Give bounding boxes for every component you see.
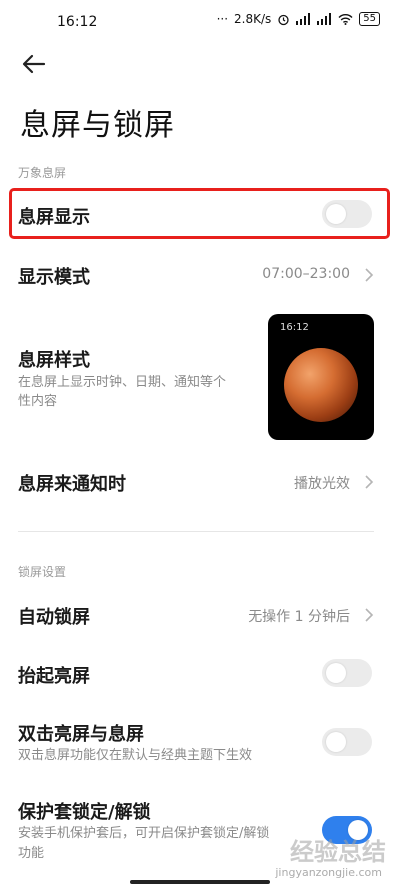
case-lock-subtitle-line1: 安装手机保护套后，可开启保护套锁定/解锁 (18, 826, 270, 841)
raise-to-wake-title: 抬起亮屏 (18, 666, 90, 687)
aod-style-subtitle-line1: 在息屏上显示时钟、日期、通知等个 (18, 375, 227, 390)
signal-icon (296, 13, 311, 25)
section-label-lock: 锁屏设置 (18, 565, 67, 579)
display-mode-value: 07:00–23:00 (262, 266, 350, 282)
chevron-right-icon (365, 608, 374, 622)
section-label-aod: 万象息屏 (18, 166, 67, 180)
raise-to-wake-row[interactable]: 抬起亮屏 (0, 652, 400, 696)
case-lock-title: 保护套锁定/解锁 (18, 802, 151, 823)
display-mode-row[interactable]: 显示模式 07:00–23:00 (0, 253, 400, 297)
page-title: 息屏与锁屏 (20, 108, 175, 143)
raise-to-wake-toggle[interactable] (322, 659, 372, 687)
case-lock-subtitle-line2: 功能 (18, 846, 45, 861)
back-arrow-icon[interactable] (20, 50, 50, 78)
battery-icon: 55 (359, 12, 380, 26)
network-speed: 2.8K/s (234, 12, 272, 26)
highlight-box (9, 188, 390, 239)
aod-style-preview[interactable]: 16:12 (268, 314, 374, 440)
auto-lock-value: 无操作 1 分钟后 (248, 609, 350, 625)
double-tap-title: 双击亮屏与息屏 (18, 724, 144, 745)
signal-hd-icon (317, 13, 332, 25)
chevron-right-icon (365, 475, 374, 489)
double-tap-toggle[interactable] (322, 728, 372, 756)
aod-style-title: 息屏样式 (18, 350, 90, 371)
watermark-text: 经验总结 (290, 838, 386, 866)
section-divider (18, 531, 374, 532)
status-bar: 16:12 ··· 2.8K/s 55 (0, 0, 400, 44)
aod-notification-row[interactable]: 息屏来通知时 播放光效 (0, 460, 400, 504)
aod-style-subtitle-line2: 性内容 (18, 394, 58, 409)
alarm-icon (278, 14, 289, 25)
auto-lock-row[interactable]: 自动锁屏 无操作 1 分钟后 (0, 593, 400, 637)
chevron-right-icon (365, 268, 374, 282)
auto-lock-title: 自动锁屏 (18, 607, 90, 628)
double-tap-row[interactable]: 双击亮屏与息屏 双击息屏功能仅在默认与经典主题下生效 (0, 712, 400, 772)
watermark-url: jingyanzongjie.com (275, 866, 382, 879)
home-indicator[interactable] (130, 880, 270, 884)
wifi-icon (338, 14, 353, 25)
status-icons: ··· 2.8K/s 55 (217, 12, 380, 26)
aod-notification-title: 息屏来通知时 (18, 474, 126, 495)
mars-image (284, 348, 358, 422)
status-time: 16:12 (57, 14, 98, 30)
double-tap-subtitle: 双击息屏功能仅在默认与经典主题下生效 (18, 748, 253, 763)
preview-time: 16:12 (280, 322, 309, 333)
display-mode-title: 显示模式 (18, 267, 90, 288)
aod-notification-value: 播放光效 (294, 476, 350, 492)
notification-dots: ··· (216, 12, 229, 26)
